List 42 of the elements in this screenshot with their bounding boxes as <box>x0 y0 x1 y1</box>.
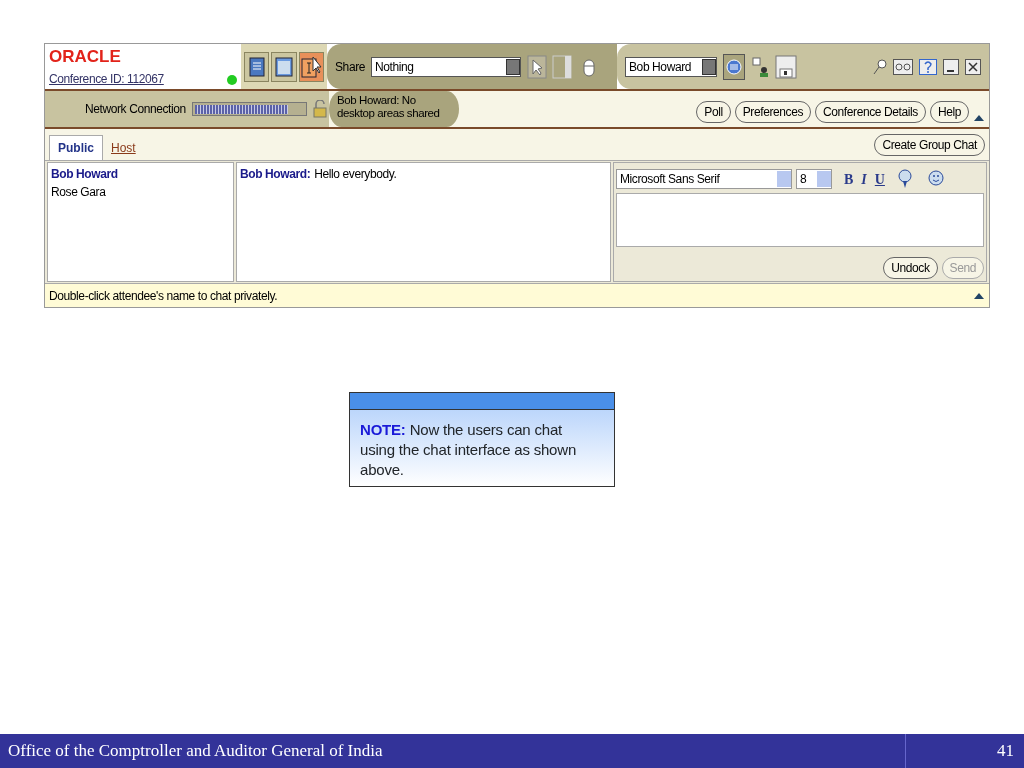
glasses-icon[interactable] <box>893 58 913 75</box>
attendee-name[interactable]: Rose Gara <box>51 183 230 201</box>
create-group-chat-button[interactable]: Create Group Chat <box>874 134 985 156</box>
toolbar-button[interactable]: Poll <box>696 101 731 123</box>
message-sender: Bob Howard: <box>240 167 311 181</box>
undock-button[interactable]: Undock <box>883 257 938 279</box>
toolbar-button[interactable]: Conference Details <box>815 101 926 123</box>
window-button[interactable] <box>271 51 297 82</box>
message-input-field[interactable] <box>616 193 984 247</box>
close-icon[interactable] <box>965 58 981 75</box>
attendee-name[interactable]: Bob Howard <box>51 165 230 183</box>
collapse-arrow-icon[interactable] <box>973 113 985 123</box>
minimize-icon[interactable] <box>943 58 959 75</box>
chat-icon[interactable] <box>723 53 745 80</box>
note-text: NOTE: Now the users can chat using the chat interface as shown above. <box>360 421 577 478</box>
status-bar-text: Double-click attendee's name to chat privately. <box>49 287 278 305</box>
page-number: 41 <box>905 734 1024 768</box>
tab[interactable]: Public <box>49 135 103 160</box>
save-icon[interactable] <box>775 54 797 79</box>
toolbar-button[interactable]: Help <box>929 101 969 123</box>
font-family-dropdown[interactable]: Microsoft Sans Serif <box>616 169 792 189</box>
font-size-dropdown[interactable]: 8 <box>796 169 832 189</box>
conference-id-link[interactable]: Conference ID: 112067 <box>49 70 164 88</box>
padlock-icon <box>312 100 327 118</box>
presenter-dropdown[interactable]: Bob Howard <box>625 56 717 77</box>
organization-name: Office of the Comptroller and Auditor General of India <box>7 740 384 763</box>
status-dot-icon <box>227 75 237 85</box>
italic-button[interactable]: I <box>861 168 867 190</box>
share-dropdown[interactable]: Nothing <box>371 56 522 77</box>
share-label: Share <box>335 58 366 76</box>
bold-button[interactable]: B <box>844 168 854 190</box>
underline-button[interactable]: U <box>874 168 885 190</box>
message-text: Hello everybody. <box>314 167 397 181</box>
toolbar-button[interactable]: Preferences <box>734 101 812 123</box>
document-button[interactable] <box>244 51 270 82</box>
help-icon[interactable] <box>919 58 937 75</box>
share-status-text: Bob Howard: No desktop areas shared <box>329 91 459 127</box>
logo: ORACLE <box>49 48 122 66</box>
smiley-icon[interactable] <box>926 169 945 189</box>
text-cursor-button[interactable] <box>298 51 324 82</box>
user-presentation-icon[interactable] <box>751 55 769 78</box>
network-connection-label: Network Connection <box>85 101 186 118</box>
